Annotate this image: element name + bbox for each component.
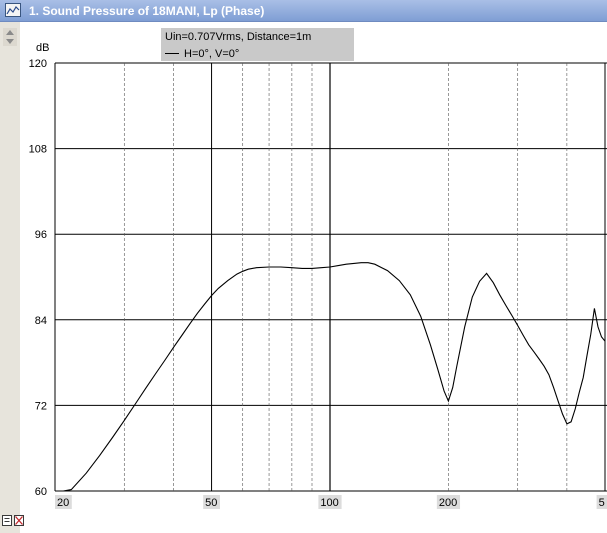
series-swatch (165, 53, 179, 55)
x-tick-label: 100 (320, 497, 338, 509)
legend-entry: H=0°, V=0° (165, 45, 240, 60)
x-tick-label: 200 (439, 497, 457, 509)
x-tick-label: 20 (57, 497, 69, 509)
y-tick-label: 72 (35, 400, 47, 412)
y-tick-label: 60 (35, 486, 47, 498)
measurement-info: Uin=0.707Vrms, Distance=1m (165, 31, 312, 43)
y-gridlines (55, 62, 607, 492)
legend-series-label: H=0°, V=0° (184, 47, 240, 60)
x-tick-labels: 20 50 100 200 5 (55, 495, 607, 509)
x-tick-label: 50 (205, 497, 217, 509)
y-tick-labels: 60 72 84 96 108 120 (29, 58, 47, 498)
y-tick-label: 96 (35, 229, 47, 241)
sound-pressure-chart: 20 50 100 200 5 60 72 84 96 108 120 dB (29, 42, 607, 509)
y-axis-unit: dB (36, 42, 49, 54)
y-tick-label: 84 (35, 315, 47, 327)
bottom-tool-icons[interactable] (2, 514, 24, 527)
y-tick-label: 120 (29, 58, 47, 70)
x-tick-label: 5 (599, 497, 605, 509)
y-tick-label: 108 (29, 144, 47, 156)
x-gridlines (123, 63, 606, 491)
chart-legend: Uin=0.707Vrms, Distance=1m H=0°, V=0° (161, 28, 354, 61)
